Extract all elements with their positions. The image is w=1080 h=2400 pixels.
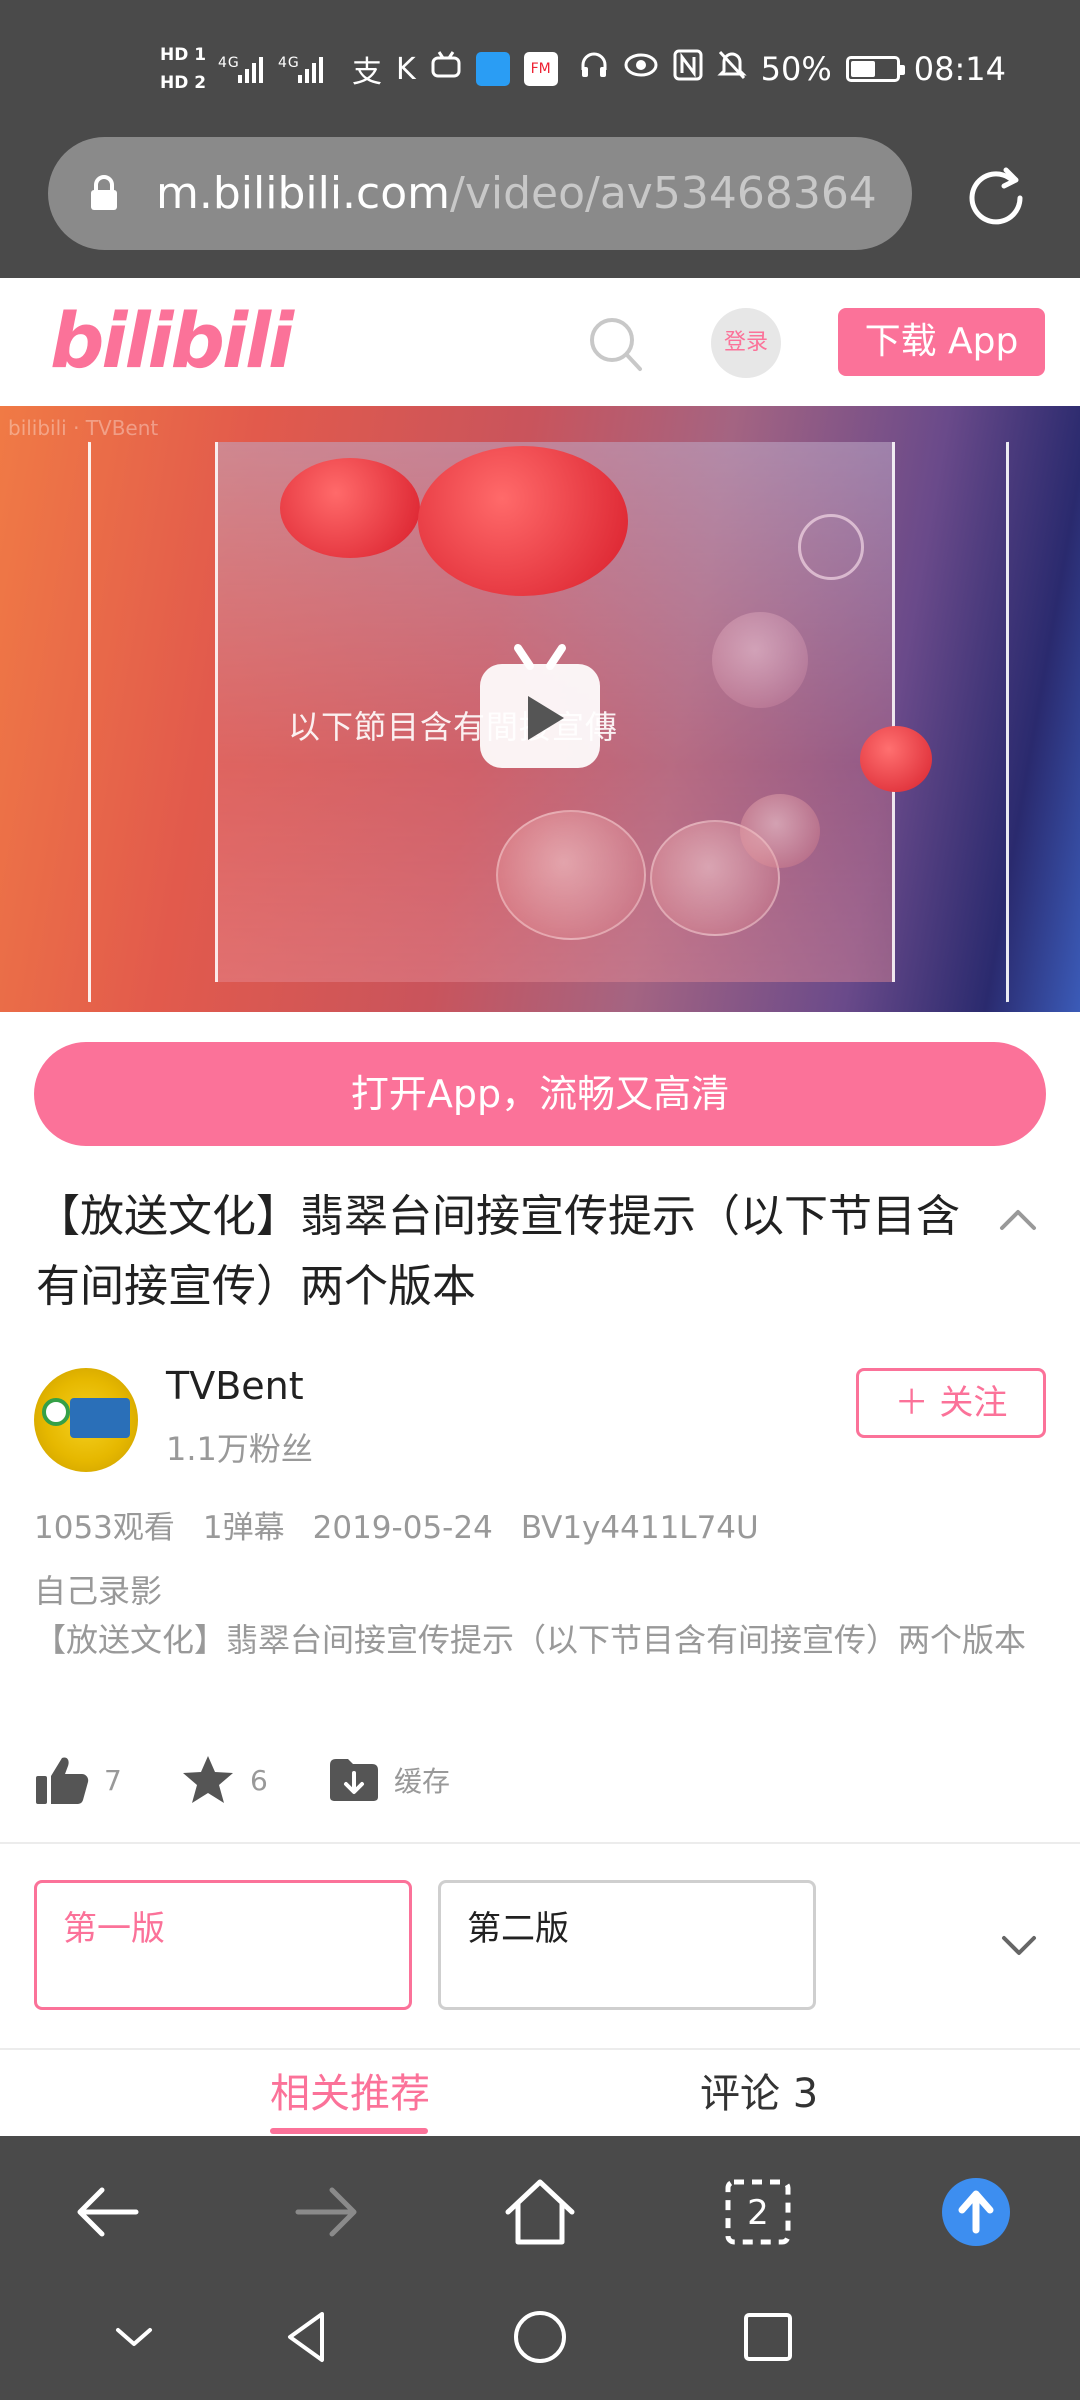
- url-path: /video/av53468364: [450, 168, 877, 219]
- url-host: m.bilibili.com: [156, 168, 451, 219]
- bilibili-logo[interactable]: bilibili: [50, 296, 294, 386]
- signal-icon: 4G 4G: [218, 30, 344, 108]
- avatar[interactable]: [34, 1368, 138, 1472]
- battery-level: [850, 61, 875, 77]
- cache-label: 缓存: [394, 1765, 451, 1798]
- tv-icon: [430, 50, 462, 88]
- open-app-button[interactable]: 打开App，流畅又高清: [34, 1042, 1046, 1146]
- nfc-icon: [673, 49, 703, 89]
- back-arrow-icon[interactable]: [68, 2172, 148, 2252]
- active-tab-indicator: [270, 2128, 428, 2134]
- glass-edge: [88, 441, 91, 1003]
- hide-nav-icon[interactable]: [104, 2302, 164, 2372]
- red-bubble: [280, 458, 420, 558]
- chevron-up-icon[interactable]: [998, 1204, 1038, 1234]
- tab-comments[interactable]: 评论 3: [700, 2066, 818, 2136]
- forward-arrow-icon[interactable]: [286, 2172, 366, 2252]
- red-bubble: [860, 726, 932, 792]
- view-count: 1053观看: [34, 1510, 175, 1546]
- notification-icons: 支 K FM: [352, 30, 558, 108]
- favorite-count: 6: [250, 1763, 268, 1797]
- svg-text:4G: 4G: [218, 55, 240, 71]
- headphone-icon: [579, 50, 609, 88]
- signal-bars-icon: 4G 4G: [218, 55, 323, 83]
- lock-icon: [91, 175, 117, 210]
- red-bubble: [418, 446, 628, 596]
- video-title: 【放送文化】翡翠台间接宣传提示（以下节目含有间接宣传）两个版本: [36, 1191, 960, 1312]
- system-home-icon[interactable]: [510, 2302, 570, 2372]
- chevron-down-icon[interactable]: [1000, 1932, 1038, 1958]
- video-stats: 1053观看 1弹幕 2019-05-24 BV1y4411L74U: [34, 1502, 787, 1547]
- tabs-icon[interactable]: 2: [718, 2172, 798, 2252]
- url-bar[interactable]: m.bilibili.com/video/av53468364: [48, 137, 912, 250]
- book-icon: [475, 52, 510, 86]
- download-folder-icon: [330, 1759, 378, 1801]
- tab-related[interactable]: 相关推荐: [270, 2066, 430, 2136]
- search-icon[interactable]: [588, 314, 644, 374]
- home-icon[interactable]: [500, 2172, 580, 2252]
- part-item-2[interactable]: 第二版: [438, 1880, 816, 2010]
- battery-icon: [845, 56, 905, 82]
- play-icon[interactable]: [472, 640, 608, 776]
- thumbs-up-icon: [36, 1757, 89, 1804]
- system-back-icon[interactable]: [278, 2302, 338, 2372]
- glass-edge: [1006, 441, 1009, 1003]
- hd-indicator: HD 1 HD 2: [160, 30, 206, 108]
- upload-arrow-icon[interactable]: [936, 2172, 1016, 2252]
- url-text[interactable]: m.bilibili.com/video/av53468364: [156, 137, 877, 250]
- avatar-badge: [70, 1398, 130, 1438]
- download-app-button[interactable]: 下载 App: [838, 308, 1045, 376]
- star-icon: [183, 1756, 233, 1803]
- mute-icon: [717, 49, 747, 89]
- glass-bubble: [740, 794, 820, 868]
- glass-bubble: [798, 514, 864, 580]
- cache-button[interactable]: 缓存: [328, 1752, 450, 1808]
- system-status: 50% 08:14: [579, 30, 1006, 108]
- like-button[interactable]: 7: [34, 1752, 122, 1808]
- like-count: 7: [104, 1763, 122, 1797]
- upload-date: 2019-05-24: [312, 1510, 493, 1546]
- recent-apps-icon[interactable]: [738, 2302, 798, 2372]
- svg-text:4G: 4G: [278, 55, 300, 71]
- login-button[interactable]: 登录: [711, 308, 781, 378]
- tab-count: 2: [747, 2193, 769, 2233]
- follow-button[interactable]: ＋ 关注: [856, 1368, 1046, 1438]
- uploader-name[interactable]: TVBent: [166, 1364, 304, 1408]
- k-icon: K: [396, 51, 416, 87]
- status-bar: HD 1 HD 2 4G 4G 支 K FM 50% 08:14: [0, 30, 1080, 108]
- video-description: 【放送文化】翡翠台间接宣传提示（以下节目含有间接宣传）两个版本: [34, 1621, 1027, 1659]
- battery-percent: 50%: [760, 50, 832, 88]
- glass-bubble: [496, 810, 646, 940]
- danmaku-count: 1弹幕: [202, 1510, 285, 1546]
- reload-icon[interactable]: [956, 158, 1036, 238]
- glass-bubble: [712, 612, 808, 708]
- alipay-icon: 支: [352, 55, 382, 90]
- fan-count: 1.1万粉丝: [166, 1430, 313, 1468]
- hd1-label: HD 1: [160, 45, 207, 65]
- video-category: 自己录影: [34, 1572, 163, 1610]
- bv-id: BV1y4411L74U: [520, 1510, 759, 1546]
- clock: 08:14: [913, 50, 1006, 88]
- part-item-1[interactable]: 第一版: [34, 1880, 412, 2010]
- eye-icon: [623, 50, 659, 88]
- favorite-button[interactable]: 6: [180, 1752, 268, 1808]
- tvb-logo-icon: [42, 1398, 70, 1426]
- divider: [0, 1842, 1080, 1844]
- divider: [0, 2048, 1080, 2050]
- hd2-label: HD 2: [160, 73, 207, 93]
- video-watermark: bilibili · TVBent: [8, 416, 159, 440]
- fm-icon: FM: [523, 52, 558, 86]
